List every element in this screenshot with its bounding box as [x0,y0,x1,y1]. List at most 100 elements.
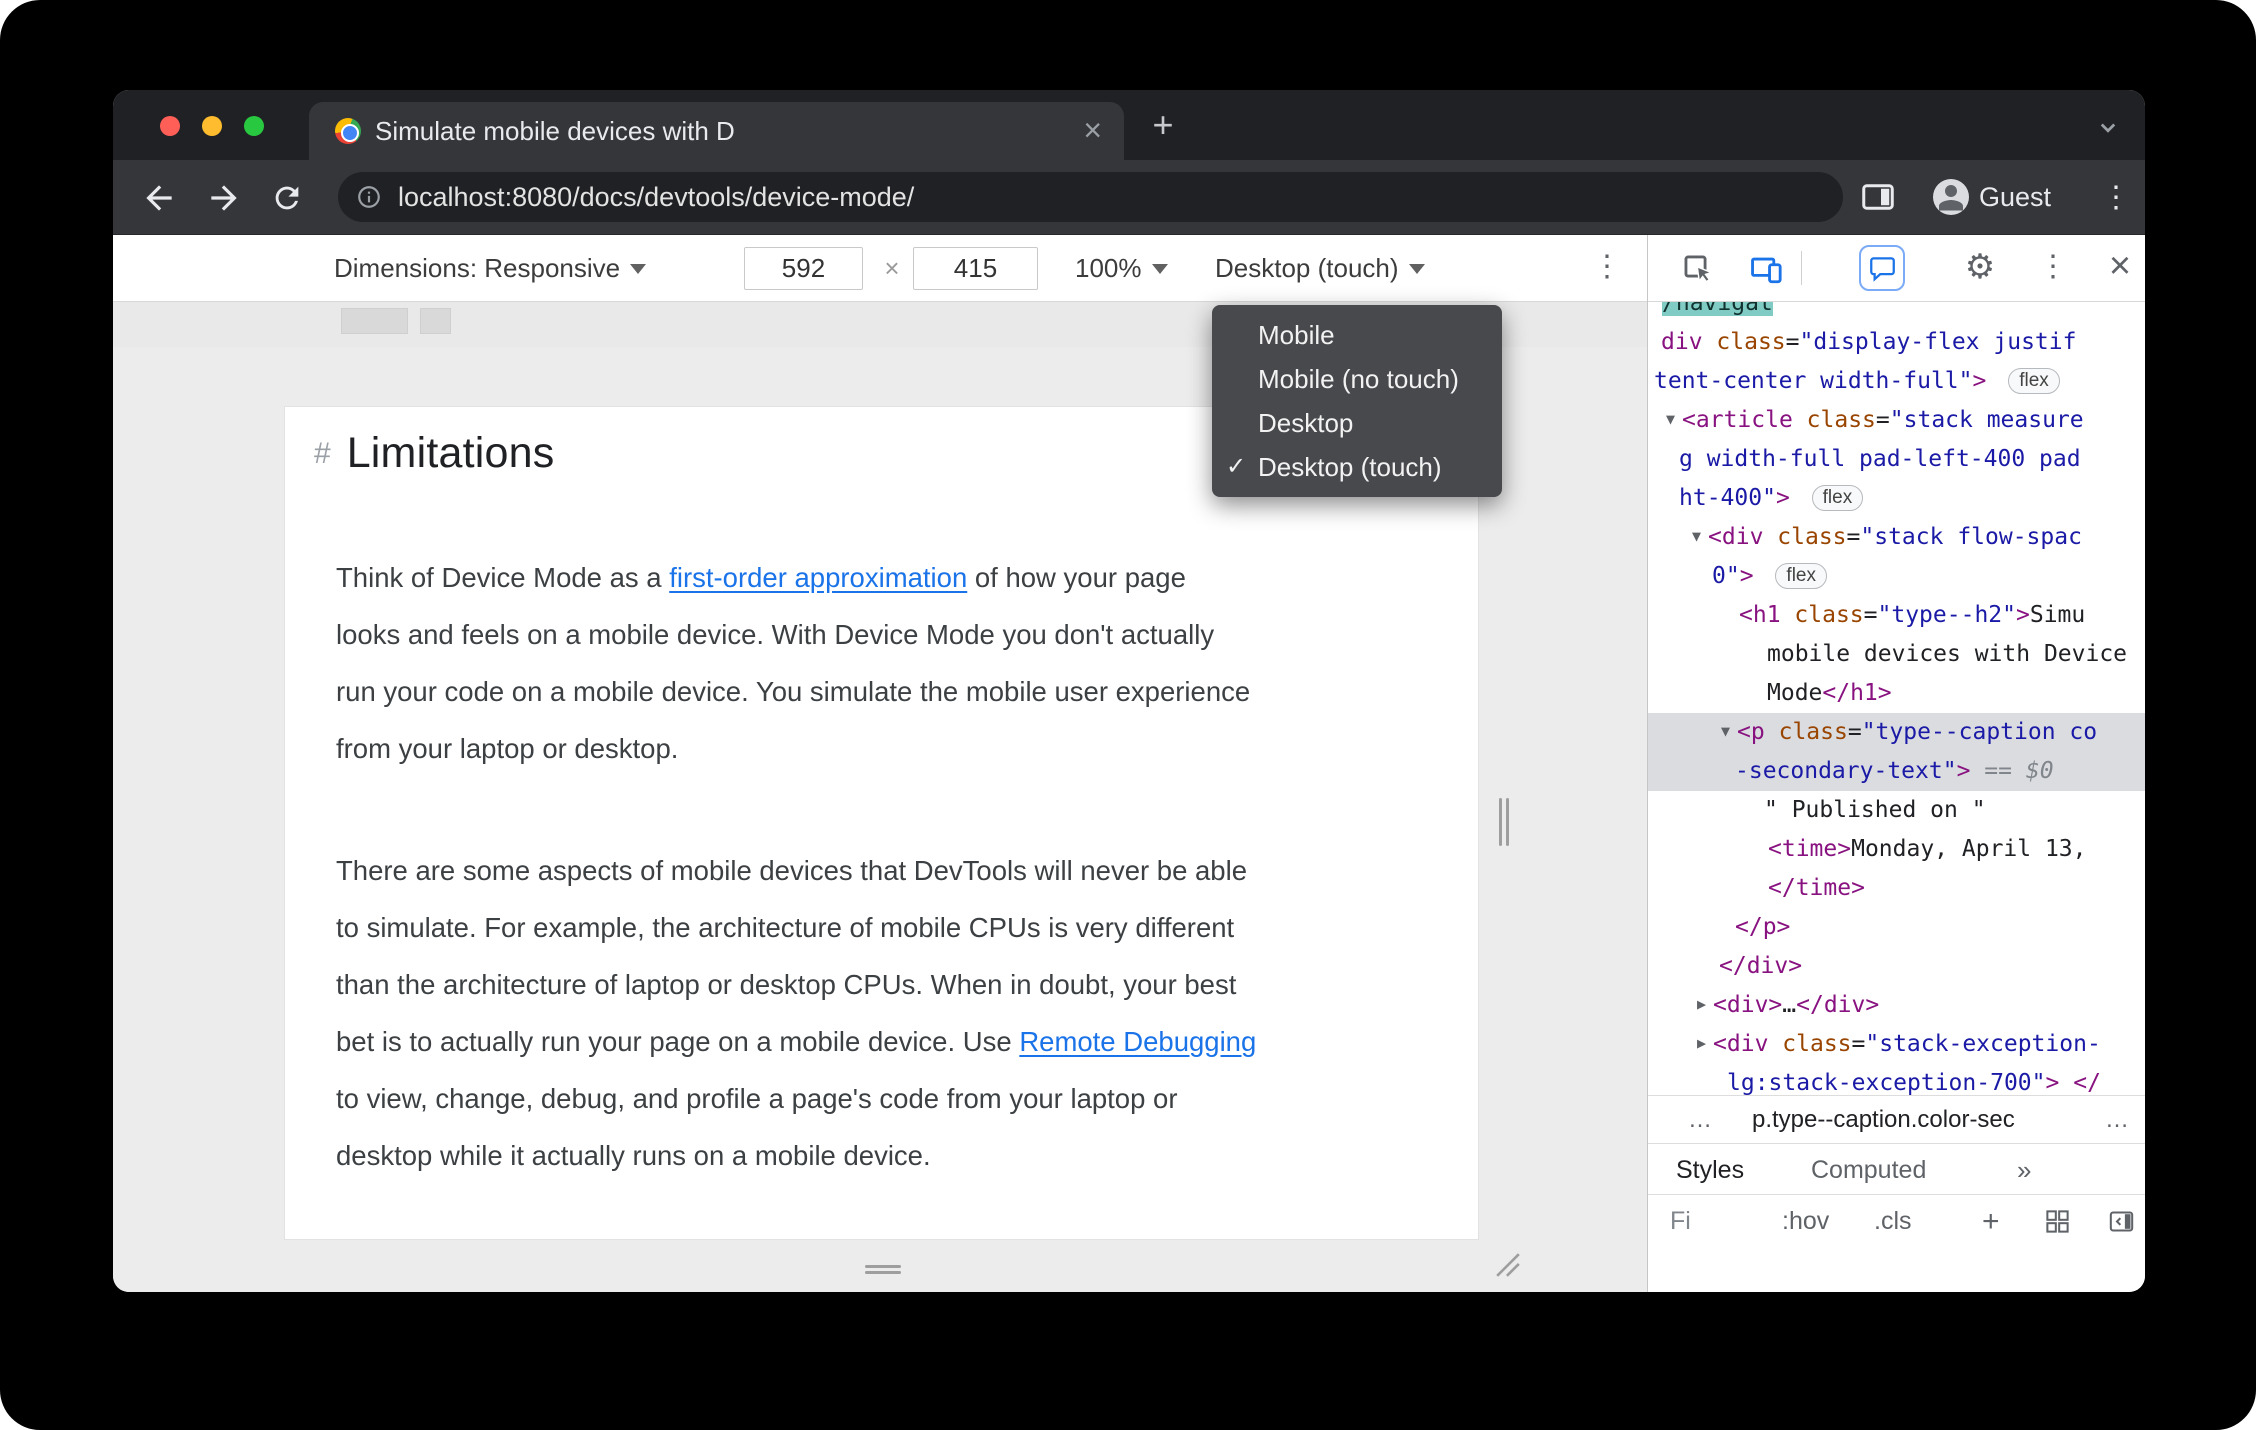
code-segment: There are some aspects of mobile devices… [336,855,1248,886]
dom-tree-line[interactable]: ▼ <div class="stack flow-spac [1648,518,2145,557]
dom-tree-line[interactable]: lg:stack-exception-700"> </ [1648,1064,2145,1095]
zoom-dropdown[interactable]: 100% [1075,235,1168,302]
flex-badge[interactable]: flex [1775,563,1827,589]
dom-tree-line[interactable]: mobile devices with Device [1648,635,2145,674]
browser-tab[interactable]: Simulate mobile devices with D × [309,102,1124,160]
tab-computed[interactable]: Computed [1811,1144,1926,1196]
styles-toolbar: Fi :hov .cls + [1648,1195,2145,1248]
media-query-segment [420,308,451,334]
breadcrumb-overflow-right[interactable]: … [2105,1096,2129,1144]
dom-tree-line[interactable]: ▶ <div>…</div> [1648,986,2145,1025]
inspect-icon[interactable] [1681,252,1715,286]
chevron-down-icon[interactable] [2093,112,2123,142]
toggle-hover-state-button[interactable]: :hov [1782,1195,1829,1248]
viewport-resize-handle-bottom[interactable] [865,1263,901,1275]
code-segment: bet is to actually run your page on a mo… [336,1026,1020,1057]
dom-tree-line[interactable]: <time>Monday, April 13, [1648,830,2145,869]
menu-item-label: Desktop [1258,408,1354,438]
dom-tree-line[interactable]: </p> [1648,908,2145,947]
device-toolbar-icon[interactable] [1749,252,1783,286]
dom-tree-line[interactable]: </time> [1648,869,2145,908]
dom-tree-line[interactable]: Mode</h1> [1648,674,2145,713]
code-segment: </div> [1796,992,1880,1018]
viewport-resize-handle-corner[interactable] [1495,1252,1521,1278]
background: Simulate mobile devices with D × + local… [0,0,2256,1430]
dock-sidebar-icon[interactable] [2108,1208,2135,1235]
device-dimensions-dropdown[interactable]: Dimensions: Responsive [334,235,647,302]
breadcrumb-selected-node[interactable]: p.type--caption.color-sec [1752,1096,2015,1144]
check-icon: ✓ [1226,453,1247,480]
dom-tree-line[interactable]: ▼ <article class="stack measure [1648,401,2145,440]
menu-item-label: Mobile (no touch) [1258,364,1459,394]
code-segment: </time> [1768,875,1865,901]
device-type-dropdown[interactable]: Desktop (touch) [1215,235,1425,302]
heading-anchor[interactable]: # [314,437,331,471]
dom-tree-line[interactable]: ▶ <div class="stack-exception- [1648,1025,2145,1064]
text-link[interactable]: first-order approximation [669,562,967,593]
code-segment: "stack-exception- [1865,1031,2101,1057]
guest-avatar[interactable] [1933,179,1969,215]
address-bar[interactable]: localhost:8080/docs/devtools/device-mode… [338,172,1843,222]
forward-arrow-icon[interactable] [205,179,243,217]
dropdown-arrow-icon [1408,263,1425,274]
settings-gear-icon[interactable]: ⚙ [1960,235,2000,302]
device-menu-item[interactable]: Mobile [1212,313,1502,357]
dom-tree-line[interactable]: <h1 class="type--h2">Simu [1648,596,2145,635]
window-zoom-button[interactable] [244,116,264,136]
dom-tree-line[interactable]: div class="display-flex justif [1648,323,2145,362]
dom-tree-line[interactable]: -secondary-text"> == $0 [1648,752,2145,791]
flex-badge[interactable]: flex [1811,485,1864,511]
device-height-input[interactable] [913,247,1038,290]
dom-tree-line[interactable]: g width-full pad-left-400 pad [1648,440,2145,479]
back-arrow-icon[interactable] [140,179,178,217]
viewport-resize-handle-right[interactable] [1497,798,1511,846]
site-info-icon[interactable] [356,184,382,210]
text-line: from your laptop or desktop. [336,720,1256,777]
rendering-grid-icon[interactable] [2044,1208,2071,1235]
toggle-class-button[interactable]: .cls [1874,1195,1912,1248]
text-line: run your code on a mobile device. You si… [336,663,1256,720]
new-tab-button[interactable]: + [1141,104,1185,148]
page-body: Think of Device Mode as a first-order ap… [336,549,1256,1239]
code-segment: <div [1713,1031,1769,1057]
dom-tree-line[interactable]: /navigat [1648,302,2145,323]
tab-close-icon[interactable]: × [1083,102,1102,160]
tab-styles[interactable]: Styles [1676,1144,1744,1196]
device-menu-item[interactable]: Desktop [1212,401,1502,445]
device-toolbar-options-icon[interactable]: ⋮ [1585,235,1629,302]
window-close-button[interactable] [160,116,180,136]
browser-menu-icon[interactable]: ⋮ [2101,160,2131,235]
dom-tree-line[interactable]: </div> [1648,947,2145,986]
device-width-input[interactable] [744,247,863,290]
window-minimize-button[interactable] [202,116,222,136]
side-panel-icon[interactable] [1860,179,1896,215]
breadcrumb-overflow-left[interactable]: … [1688,1096,1712,1144]
styles-filter-input[interactable]: Fi [1670,1195,1691,1248]
reload-icon[interactable] [270,181,304,215]
text-link[interactable]: Remote Debugging [1019,1026,1256,1057]
code-segment: </div> [1719,953,1803,979]
code-segment: </ [2073,1070,2101,1095]
dom-tree-line[interactable]: 0"> flex [1648,557,2145,596]
dom-tree-line[interactable]: ▼ <p class="type--caption co [1648,713,2145,752]
code-segment: ▼ [1721,722,1731,740]
sidebar-tabs-overflow-icon[interactable]: » [2017,1144,2031,1196]
browser-window: Simulate mobile devices with D × + local… [113,90,2145,1292]
dom-tree-line[interactable]: ht-400"> flex [1648,479,2145,518]
code-segment: ▶ [1697,995,1707,1013]
dom-tree-line[interactable]: " Published on " [1648,791,2145,830]
code-segment: > [2016,602,2030,628]
code-segment: lg:stack-exception-700" [1727,1070,2046,1095]
devtools-close-icon[interactable]: × [2100,235,2140,302]
feedback-button[interactable] [1859,245,1905,291]
device-menu-item[interactable]: ✓ Desktop (touch) [1212,445,1502,489]
new-style-rule-button[interactable]: + [1982,1195,2000,1248]
dom-tree-line[interactable]: tent-center width-full"> flex [1648,362,2145,401]
flex-badge[interactable]: flex [2008,368,2060,394]
devtools-menu-icon[interactable]: ⋮ [2038,235,2068,302]
code-segment: "type--h2" [1877,602,2016,628]
device-menu-item[interactable]: Mobile (no touch) [1212,357,1502,401]
